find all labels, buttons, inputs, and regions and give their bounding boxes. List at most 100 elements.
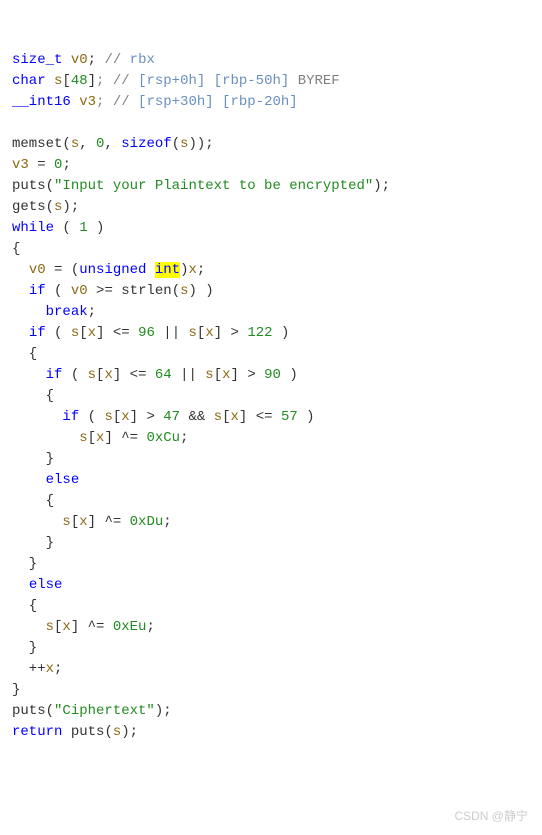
line: puts("Ciphertext"); [12, 703, 172, 719]
kw: unsigned [79, 262, 146, 278]
var: x [96, 430, 104, 446]
kw: if [62, 409, 79, 425]
var: s [71, 325, 79, 341]
kw: break [46, 304, 88, 320]
num: 90 [264, 367, 281, 383]
hex: 0xEu [113, 619, 147, 635]
kw: else [46, 472, 80, 488]
hex: 0xDu [130, 514, 164, 530]
func: memset [12, 136, 62, 152]
var: s [104, 409, 112, 425]
var: x [121, 409, 129, 425]
var: x [188, 262, 196, 278]
line: break; [12, 304, 96, 320]
line: return puts(s); [12, 724, 138, 740]
kw-highlighted: int [155, 262, 180, 278]
var: v0 [29, 262, 46, 278]
kw: if [46, 367, 63, 383]
num: 96 [138, 325, 155, 341]
var: v3 [79, 94, 96, 110]
type-kw: __int16 [12, 94, 71, 110]
func: strlen [121, 283, 171, 299]
comment: ; // [96, 94, 138, 110]
func: puts [12, 178, 46, 194]
kw: sizeof [121, 136, 171, 152]
line: } [12, 640, 37, 656]
line: size_t v0; // rbx [12, 52, 155, 68]
register: [rsp+0h] [rbp-50h] [138, 73, 289, 89]
line: else [12, 577, 62, 593]
var: x [104, 367, 112, 383]
string: "Input your Plaintext to be encrypted" [54, 178, 373, 194]
byref: BYREF [289, 73, 339, 89]
comment: // [104, 52, 129, 68]
hex: 0xCu [146, 430, 180, 446]
line: gets(s); [12, 199, 79, 215]
line: { [12, 388, 54, 404]
num: 48 [71, 73, 88, 89]
code-block: size_t v0; // rbx char s[48]; // [rsp+0h… [12, 50, 530, 743]
var: s [205, 367, 213, 383]
var: x [79, 514, 87, 530]
line: } [12, 535, 54, 551]
var: x [231, 409, 239, 425]
kw: if [29, 283, 46, 299]
line: s[x] ^= 0xCu; [12, 430, 188, 446]
line: } [12, 682, 20, 698]
num: 64 [155, 367, 172, 383]
num: 47 [163, 409, 180, 425]
line: { [12, 598, 37, 614]
num: 0 [54, 157, 62, 173]
var: v3 [12, 157, 29, 173]
var: x [62, 619, 70, 635]
var: s [79, 430, 87, 446]
var: s [180, 136, 188, 152]
line: { [12, 493, 54, 509]
line: while ( 1 ) [12, 220, 104, 236]
var: s [54, 73, 62, 89]
var: s [189, 325, 197, 341]
comment: ; // [96, 73, 138, 89]
num: 1 [79, 220, 87, 236]
num: 0 [96, 136, 104, 152]
watermark: CSDN @静宁 [454, 807, 528, 825]
line: s[x] ^= 0xDu; [12, 514, 172, 530]
func: puts [71, 724, 105, 740]
line: if ( v0 >= strlen(s) ) [12, 283, 214, 299]
var: s [62, 514, 70, 530]
var: x [88, 325, 96, 341]
line: s[x] ^= 0xEu; [12, 619, 155, 635]
line: } [12, 556, 37, 572]
line: if ( s[x] <= 96 || s[x] > 122 ) [12, 325, 289, 341]
line: if ( s[x] <= 64 || s[x] > 90 ) [12, 367, 298, 383]
var: s [46, 619, 54, 635]
var: x [205, 325, 213, 341]
register: [rsp+30h] [rbp-20h] [138, 94, 298, 110]
kw: return [12, 724, 62, 740]
line: v3 = 0; [12, 157, 71, 173]
line: { [12, 241, 20, 257]
var: s [54, 199, 62, 215]
var: x [222, 367, 230, 383]
kw: while [12, 220, 54, 236]
type-kw: char [12, 73, 46, 89]
register: rbx [130, 52, 155, 68]
func: puts [12, 703, 46, 719]
line: puts("Input your Plaintext to be encrypt… [12, 178, 390, 194]
line: } [12, 451, 54, 467]
func: gets [12, 199, 46, 215]
var: s [88, 367, 96, 383]
type-kw: size_t [12, 52, 62, 68]
line: ++x; [12, 661, 62, 677]
line: memset(s, 0, sizeof(s)); [12, 136, 214, 152]
num: 122 [247, 325, 272, 341]
line: { [12, 346, 37, 362]
var: v0 [71, 52, 88, 68]
line: char s[48]; // [rsp+0h] [rbp-50h] BYREF [12, 73, 340, 89]
line: if ( s[x] > 47 && s[x] <= 57 ) [12, 409, 315, 425]
num: 57 [281, 409, 298, 425]
line: __int16 v3; // [rsp+30h] [rbp-20h] [12, 94, 298, 110]
line: else [12, 472, 79, 488]
kw: if [29, 325, 46, 341]
var: s [180, 283, 188, 299]
